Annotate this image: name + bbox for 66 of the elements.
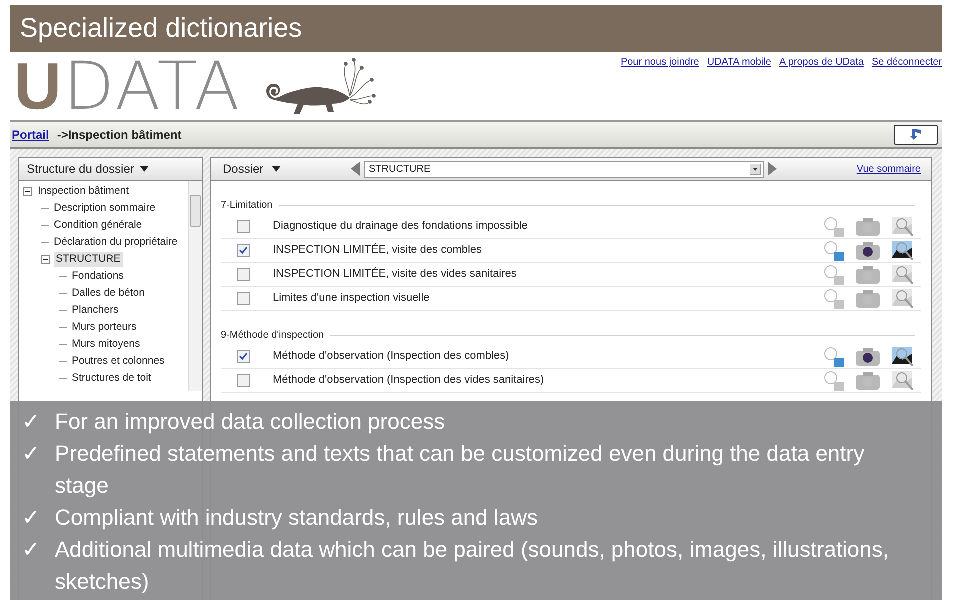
tree-item[interactable]: Fondations bbox=[70, 268, 126, 284]
udata-logo: U DATA bbox=[14, 52, 242, 120]
breadcrumb-current: ->Inspection bâtiment bbox=[57, 126, 182, 144]
image-search-icon[interactable] bbox=[891, 240, 915, 262]
bullet-text: Additional multimedia data which can be paired (sounds, photos, images, illustrations, sketches) bbox=[55, 536, 890, 596]
tree-item[interactable]: Planchers bbox=[70, 302, 121, 318]
dossier-dropdown[interactable]: Dossier bbox=[211, 160, 351, 178]
group-title: 7-Limitation bbox=[221, 198, 273, 212]
header-link[interactable]: Se déconnecter bbox=[872, 55, 942, 120]
structure-dropdown[interactable]: Structure du dossier bbox=[19, 158, 202, 181]
portail-link[interactable]: Portail bbox=[12, 126, 50, 144]
bullet-text: Predefined statements and texts that can be customized even during the data entry stage bbox=[55, 440, 866, 500]
statement-label: Diagnostique du drainage des fondations impossible bbox=[273, 219, 528, 234]
checkbox[interactable] bbox=[237, 268, 250, 281]
tree-item[interactable]: Dalles de béton bbox=[70, 286, 147, 302]
tree-item[interactable]: Murs mitoyens bbox=[70, 336, 142, 352]
statement-label: INSPECTION LIMITÉE, visite des vides sanitaires bbox=[273, 266, 517, 282]
scrollbar[interactable] bbox=[188, 181, 202, 391]
checkbox[interactable] bbox=[237, 244, 250, 257]
check-mark: ✓ bbox=[22, 536, 41, 564]
check-mark: ✓ bbox=[22, 504, 41, 532]
dropdown-caret-icon bbox=[272, 166, 281, 172]
checkbox[interactable] bbox=[237, 220, 250, 233]
back-button[interactable] bbox=[894, 124, 938, 144]
tree-item[interactable]: Condition générale bbox=[52, 218, 144, 234]
sketch-icon[interactable] bbox=[823, 240, 845, 262]
bullet-text: For an improved data collection process bbox=[55, 408, 446, 436]
camera-icon[interactable] bbox=[855, 346, 881, 366]
checkbox[interactable] bbox=[237, 292, 250, 305]
tree-item[interactable]: Inspection bâtiment bbox=[36, 184, 132, 200]
checkbox[interactable] bbox=[237, 350, 250, 363]
header-link[interactable]: A propos de UData bbox=[779, 55, 864, 120]
tree-item[interactable]: Poutres et colonnes bbox=[70, 354, 167, 370]
dropdown-caret-icon bbox=[750, 164, 761, 174]
collapse-icon[interactable] bbox=[41, 255, 50, 264]
sketch-icon[interactable] bbox=[823, 216, 845, 238]
summary-link[interactable]: Vue sommaire bbox=[856, 162, 921, 176]
sketch-icon[interactable] bbox=[823, 346, 845, 368]
tree-item[interactable]: Structures de toit bbox=[70, 370, 154, 386]
previous-arrow-icon[interactable] bbox=[351, 162, 360, 176]
sketch-icon[interactable] bbox=[823, 370, 845, 392]
image-search-icon[interactable] bbox=[891, 346, 915, 368]
statement-label: Limites d'une inspection visuelle bbox=[273, 291, 430, 306]
header-link[interactable]: Pour nous joindre bbox=[620, 55, 700, 120]
statement-label: INSPECTION LIMITÉE, visite des combles bbox=[273, 242, 482, 258]
checkbox[interactable] bbox=[237, 374, 250, 387]
collapse-icon[interactable] bbox=[23, 187, 32, 196]
tree-item[interactable]: STRUCTURE bbox=[54, 252, 123, 268]
scroll-thumb[interactable] bbox=[190, 195, 201, 227]
statement-label: Méthode d'observation (Inspection des vides sanitaires) bbox=[273, 373, 544, 388]
tree-item[interactable]: Déclaration du propriétaire bbox=[52, 234, 180, 250]
tree-item[interactable]: Description sommaire bbox=[52, 200, 158, 216]
sketch-icon[interactable] bbox=[823, 264, 845, 286]
sketch-icon[interactable] bbox=[823, 288, 845, 310]
header-link[interactable]: UDATA mobile bbox=[707, 55, 772, 120]
statement-label: Méthode d'observation (Inspection des combles) bbox=[273, 349, 510, 364]
slide-title: Specialized dictionaries bbox=[20, 12, 302, 46]
next-arrow-icon[interactable] bbox=[768, 162, 777, 176]
camera-icon[interactable] bbox=[855, 240, 881, 260]
section-select[interactable]: STRUCTURE bbox=[364, 160, 764, 178]
bullet-text: Compliant with industry standards, rules and laws bbox=[55, 504, 538, 532]
group-title: 9-Méthode d'inspection bbox=[221, 328, 324, 342]
tree-item[interactable]: Murs porteurs bbox=[70, 320, 139, 336]
check-mark: ✓ bbox=[22, 408, 41, 436]
dropdown-caret-icon bbox=[140, 166, 150, 172]
check-mark: ✓ bbox=[22, 440, 41, 468]
